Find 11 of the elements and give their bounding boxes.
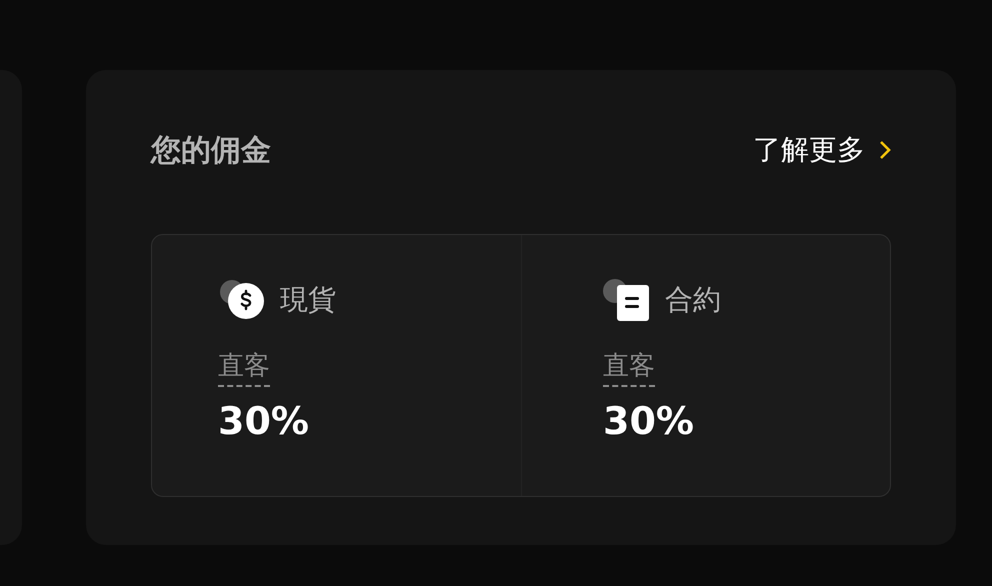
learn-more-link[interactable]: 了解更多: [753, 131, 891, 169]
card-title: 您的佣金: [151, 132, 271, 170]
rate-label: 直客: [218, 349, 270, 387]
rate-value: 30%: [218, 399, 310, 443]
chevron-right-icon: [879, 140, 891, 160]
market-name: 合約: [665, 282, 721, 318]
rate-label: 直客: [603, 349, 655, 387]
market-name: 現貨: [280, 282, 336, 318]
rate-value: 30%: [603, 399, 695, 443]
document-icon: [603, 279, 651, 321]
dollar-coin-icon: [218, 279, 266, 321]
